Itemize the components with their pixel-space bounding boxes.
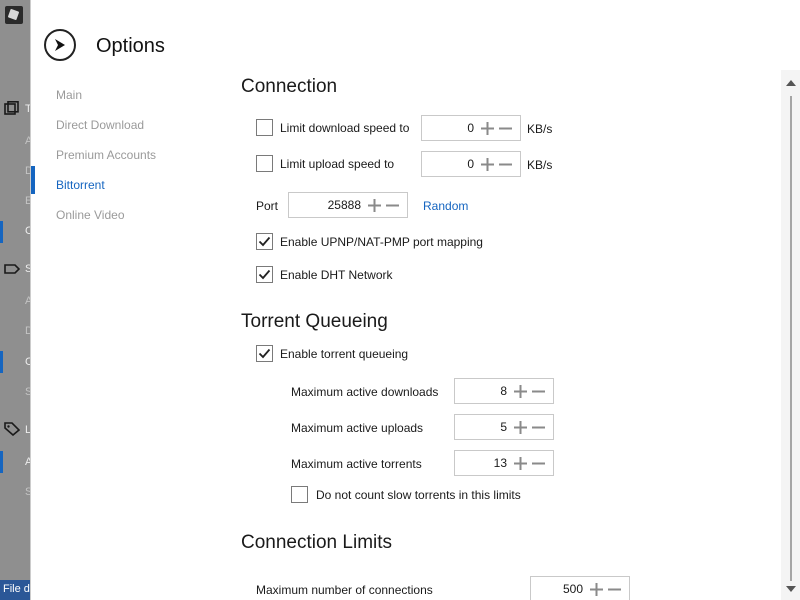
increment-button[interactable] (478, 153, 496, 175)
tag-outline-icon (4, 264, 20, 274)
slow-torrents-row: Do not count slow torrents in this limit… (291, 486, 521, 503)
plus-icon (589, 582, 603, 596)
increment-button[interactable] (511, 380, 529, 402)
max-connections-stepper (530, 576, 630, 600)
queueing-row: Enable torrent queueing (256, 345, 408, 362)
label-tag-icon (4, 422, 20, 436)
dht-checkbox[interactable] (256, 266, 273, 283)
upload-limit-unit: KB/s (527, 158, 553, 172)
max-downloads-input[interactable] (455, 380, 511, 402)
minus-icon (531, 462, 545, 464)
slow-torrents-label: Do not count slow torrents in this limit… (316, 487, 521, 502)
nav-item-main[interactable]: Main (31, 80, 211, 110)
max-uploads-label: Maximum active uploads (291, 421, 424, 435)
max-torrents-input[interactable] (455, 452, 511, 474)
options-dialog: Options Main Direct Download Premium Acc… (30, 0, 800, 600)
scroll-up-arrow-icon[interactable] (786, 80, 796, 86)
decrement-button[interactable] (496, 117, 514, 139)
max-torrents-stepper (454, 450, 554, 476)
upload-limit-stepper (421, 151, 521, 177)
copy-icon (4, 101, 19, 115)
scroll-down-arrow-icon[interactable] (786, 586, 796, 592)
page-title: Options (96, 35, 165, 57)
upnp-checkbox[interactable] (256, 233, 273, 250)
max-connections-input[interactable] (531, 578, 587, 600)
nav-item-online-video[interactable]: Online Video (31, 200, 211, 230)
minus-icon (531, 426, 545, 428)
increment-button[interactable] (511, 452, 529, 474)
max-uploads-stepper (454, 414, 554, 440)
plus-icon (513, 384, 527, 398)
minus-icon (531, 390, 545, 392)
bg-selection-indicator (0, 221, 3, 243)
port-stepper (288, 192, 408, 218)
section-heading-connection-limits: Connection Limits (241, 532, 393, 553)
chevron-right-icon (55, 39, 65, 51)
download-limit-unit: KB/s (527, 122, 553, 136)
dht-label: Enable DHT Network (280, 267, 393, 282)
options-nav: Main Direct Download Premium Accounts Bi… (31, 80, 211, 230)
plus-icon (480, 157, 494, 171)
plus-icon (513, 456, 527, 470)
decrement-button[interactable] (383, 194, 401, 216)
queueing-checkbox[interactable] (256, 345, 273, 362)
bg-status-bar: File d (0, 580, 30, 600)
queueing-label: Enable torrent queueing (280, 346, 409, 361)
download-limit-input[interactable] (422, 117, 478, 139)
max-uploads-input[interactable] (455, 416, 511, 438)
nav-item-bittorrent[interactable]: Bittorrent (31, 170, 211, 200)
section-heading-torrent-queueing: Torrent Queueing (241, 311, 388, 332)
increment-button[interactable] (587, 578, 605, 600)
section-heading-connection: Connection (241, 76, 338, 97)
back-button[interactable] (44, 29, 76, 61)
background-app-strip: T A D E C S A D C S L A S File d (0, 0, 30, 600)
max-downloads-label: Maximum active downloads (291, 385, 439, 399)
slow-torrents-checkbox[interactable] (291, 486, 308, 503)
port-input[interactable] (289, 194, 365, 216)
upload-limit-input[interactable] (422, 153, 478, 175)
options-content: Connection Limit download speed to KB/s … (241, 0, 781, 600)
scrollbar-thumb[interactable] (790, 96, 792, 581)
plus-icon (513, 420, 527, 434)
app-logo-icon (5, 6, 23, 24)
random-port-link[interactable]: Random (423, 199, 468, 213)
upload-limit-row: Limit upload speed to (256, 155, 394, 172)
decrement-button[interactable] (529, 380, 547, 402)
check-icon (258, 269, 271, 280)
upload-limit-checkbox[interactable] (256, 155, 273, 172)
dht-row: Enable DHT Network (256, 266, 393, 283)
upnp-row: Enable UPNP/NAT-PMP port mapping (256, 233, 483, 250)
minus-icon (498, 163, 512, 165)
max-downloads-stepper (454, 378, 554, 404)
port-label: Port (256, 199, 279, 213)
download-limit-checkbox[interactable] (256, 119, 273, 136)
bg-selection-indicator (0, 451, 3, 473)
increment-button[interactable] (365, 194, 383, 216)
check-icon (258, 236, 271, 247)
download-limit-label: Limit download speed to (280, 120, 410, 135)
decrement-button[interactable] (605, 578, 623, 600)
download-limit-row: Limit download speed to (256, 119, 409, 136)
decrement-button[interactable] (529, 452, 547, 474)
decrement-button[interactable] (529, 416, 547, 438)
decrement-button[interactable] (496, 153, 514, 175)
max-torrents-label: Maximum active torrents (291, 457, 422, 471)
upload-limit-label: Limit upload speed to (280, 156, 395, 171)
minus-icon (607, 588, 621, 590)
nav-item-premium-accounts[interactable]: Premium Accounts (31, 140, 211, 170)
max-connections-label: Maximum number of connections (256, 583, 433, 597)
plus-icon (480, 121, 494, 135)
upnp-label: Enable UPNP/NAT-PMP port mapping (280, 234, 483, 249)
increment-button[interactable] (478, 117, 496, 139)
bg-selection-indicator (0, 351, 3, 373)
minus-icon (498, 127, 512, 129)
minus-icon (385, 204, 399, 206)
download-limit-stepper (421, 115, 521, 141)
nav-item-direct-download[interactable]: Direct Download (31, 110, 211, 140)
check-icon (258, 348, 271, 359)
vertical-scrollbar[interactable] (781, 70, 800, 600)
increment-button[interactable] (511, 416, 529, 438)
plus-icon (367, 198, 381, 212)
